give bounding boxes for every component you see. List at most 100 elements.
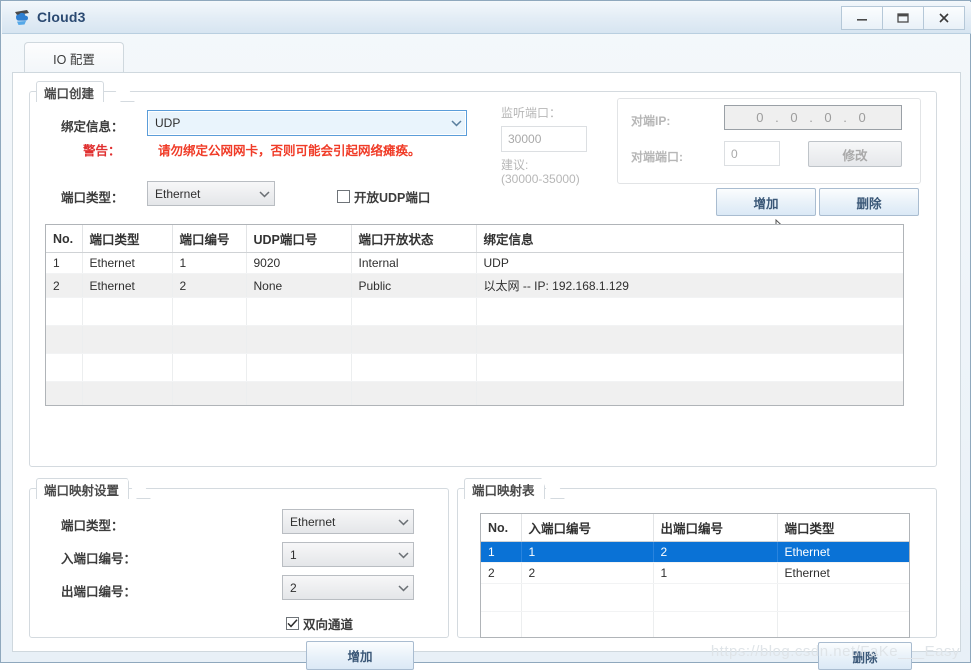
cell-no: 2 — [481, 562, 522, 584]
listen-port-value: 30000 — [508, 132, 542, 146]
table-row-empty[interactable] — [46, 297, 903, 326]
port-table[interactable]: No. 端口类型 端口编号 UDP端口号 端口开放状态 绑定信息 1 Ether… — [45, 224, 904, 406]
mapping-table-content: No. 入端口编号 出端口编号 端口类型 1 1 2 Ethernet 2 2 … — [481, 514, 909, 637]
out-port-number-combo[interactable]: 2 — [282, 575, 414, 600]
open-udp-port-checkbox[interactable]: 开放UDP端口 — [337, 187, 430, 206]
port-type-value: Ethernet — [155, 186, 201, 201]
cell-no: 1 — [46, 252, 83, 274]
warning-label: 警告： — [83, 144, 121, 158]
mapping-settings-group-title-text: 端口映射设置 — [44, 483, 120, 498]
in-port-number-combo[interactable]: 1 — [282, 542, 414, 567]
close-button[interactable] — [923, 6, 965, 30]
maximize-button[interactable] — [882, 6, 924, 30]
add-port-button[interactable]: 增加 — [716, 188, 816, 216]
binding-info-combo[interactable]: UDP — [147, 110, 467, 136]
mapping-add-button-label: 增加 — [347, 650, 373, 664]
chevron-down-icon — [393, 551, 413, 559]
cell-binding: UDP — [476, 252, 903, 274]
cell-state: Public — [351, 273, 477, 298]
warning-message: 请勿绑定公网网卡，否则可能会引起网络瘫痪。 — [158, 144, 421, 158]
cell-out-port: 2 — [653, 541, 778, 563]
chevron-down-icon — [393, 518, 413, 526]
port-create-group-title-text: 端口创建 — [44, 86, 95, 101]
table-row-empty[interactable] — [46, 381, 903, 405]
peer-port-value: 0 — [731, 146, 738, 161]
out-port-number-label: 出端口编号： — [61, 585, 137, 599]
watermark: https://blog.csdn.net/FaKe___Easy — [710, 643, 960, 660]
cell-udp-port: None — [246, 273, 352, 298]
cell-number: 1 — [172, 252, 247, 274]
port-create-group-title: 端口创建 — [36, 81, 105, 102]
port-create-group: 端口创建 绑定信息： UDP 警告： 请勿绑定公网网卡，否则可能会引起网络瘫痪。… — [29, 81, 937, 467]
cell-no: 2 — [46, 273, 83, 298]
port-table-content: No. 端口类型 端口编号 UDP端口号 端口开放状态 绑定信息 1 Ether… — [46, 225, 903, 405]
cell-type: Ethernet — [777, 541, 909, 563]
listen-port-input[interactable]: 30000 — [501, 126, 587, 152]
out-port-number-value: 2 — [290, 580, 297, 595]
table-row-empty[interactable] — [481, 583, 909, 612]
checkbox-box-icon — [286, 617, 299, 630]
mapping-table-col-no: No. — [481, 514, 522, 542]
port-table-col-binding: 绑定信息 — [476, 225, 903, 253]
delete-port-button-label: 删除 — [856, 196, 882, 211]
mapping-table-group-title: 端口映射表 — [464, 478, 545, 499]
cell-binding: 以太网 -- IP: 192.168.1.129 — [476, 273, 903, 298]
minimize-button[interactable] — [841, 6, 883, 30]
modify-button[interactable]: 修改 — [808, 141, 902, 167]
app-window: Cloud3 IO 配置 端口创建 绑定信息： UDP 警告： 请勿绑定公网网卡… — [0, 0, 971, 670]
mapping-table[interactable]: No. 入端口编号 出端口编号 端口类型 1 1 2 Ethernet 2 2 … — [480, 513, 910, 638]
open-udp-port-label: 开放UDP端口 — [354, 191, 431, 205]
group-title-tail — [127, 478, 151, 499]
port-table-col-type: 端口类型 — [82, 225, 173, 253]
cell-type: Ethernet — [82, 252, 173, 274]
client-area: IO 配置 端口创建 绑定信息： UDP 警告： 请勿绑定公网网卡，否则可能会引… — [12, 42, 961, 670]
group-title-tail — [111, 81, 135, 102]
tab-io-config-label: IO 配置 — [53, 52, 95, 67]
chevron-down-icon — [254, 190, 274, 198]
table-row[interactable]: 1 Ethernet 1 9020 Internal UDP — [46, 252, 903, 274]
table-row[interactable]: 1 1 2 Ethernet — [481, 541, 909, 563]
table-row[interactable]: 2 Ethernet 2 None Public 以太网 -- IP: 192.… — [46, 273, 903, 298]
peer-port-input[interactable]: 0 — [724, 141, 780, 166]
mapping-table-group: 端口映射表 No. 入端口编号 出端口编号 端口类型 1 1 2 Etherne… — [457, 478, 937, 670]
table-row-empty[interactable] — [46, 325, 903, 354]
cell-state: Internal — [351, 252, 477, 274]
suggest-label: 建议: — [501, 158, 529, 172]
tab-page-io-config: 端口创建 绑定信息： UDP 警告： 请勿绑定公网网卡，否则可能会引起网络瘫痪。… — [12, 72, 961, 670]
cell-udp-port: 9020 — [246, 252, 352, 274]
mapping-port-type-label: 端口类型： — [61, 519, 124, 533]
binding-info-value: UDP — [155, 116, 181, 130]
port-type-combo[interactable]: Ethernet — [147, 181, 275, 206]
suggest-range: (30000-35000) — [501, 172, 580, 186]
group-title-tail — [541, 478, 565, 499]
port-table-col-state: 端口开放状态 — [351, 225, 477, 253]
mapping-settings-group-title: 端口映射设置 — [36, 478, 130, 499]
mapping-add-button[interactable]: 增加 — [306, 641, 414, 670]
mapping-table-header-row: No. 入端口编号 出端口编号 端口类型 — [481, 514, 909, 542]
peer-ip-input[interactable]: 0 . 0 . 0 . 0 — [724, 105, 902, 130]
mapping-table-col-out: 出端口编号 — [653, 514, 778, 542]
listen-port-label: 监听端口： — [501, 106, 562, 120]
mapping-port-type-combo[interactable]: Ethernet — [282, 509, 414, 534]
binding-info-label: 绑定信息： — [61, 120, 124, 134]
mapping-settings-group: 端口映射设置 端口类型： Ethernet 入端口编号： 1 出端口编号： 2 … — [29, 478, 449, 670]
bidirectional-label: 双向通道 — [303, 618, 354, 632]
modify-button-label: 修改 — [842, 148, 868, 163]
window-title: Cloud3 — [37, 9, 86, 25]
table-row[interactable]: 2 2 1 Ethernet — [481, 562, 909, 584]
delete-port-button[interactable]: 删除 — [819, 188, 919, 216]
bidirectional-checkbox[interactable]: 双向通道 — [286, 614, 353, 633]
peer-ip-label: 对端IP: — [631, 114, 671, 128]
port-table-col-number: 端口编号 — [172, 225, 247, 253]
cell-no: 1 — [481, 541, 522, 563]
table-row-empty[interactable] — [481, 611, 909, 637]
tab-io-config[interactable]: IO 配置 — [24, 42, 124, 73]
window-controls — [841, 6, 965, 30]
table-row-empty[interactable] — [46, 353, 903, 382]
mapping-table-group-title-text: 端口映射表 — [472, 483, 535, 498]
in-port-number-value: 1 — [290, 547, 297, 562]
cloud-app-icon — [13, 8, 33, 28]
cell-out-port: 1 — [653, 562, 778, 584]
peer-ip-value: 0 . 0 . 0 . 0 — [756, 110, 870, 125]
cell-type: Ethernet — [777, 562, 909, 584]
